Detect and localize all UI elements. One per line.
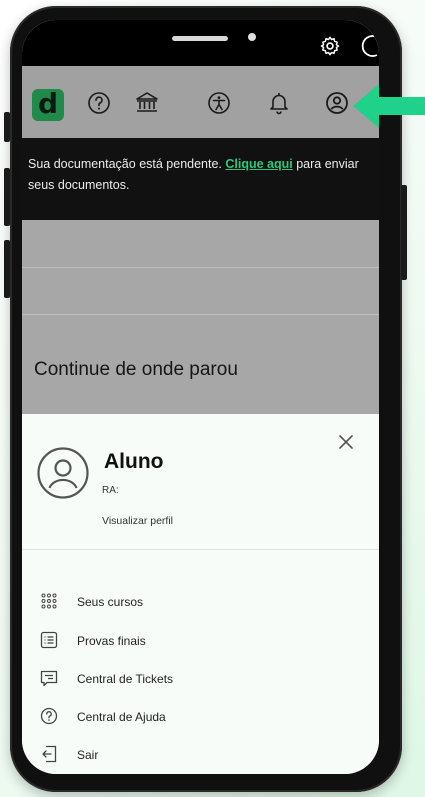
menu-item-central-de-ajuda[interactable]: Central de Ajuda [22,701,379,731]
speaker-grille [172,36,228,41]
menu-item-seus-cursos[interactable]: Seus cursos [22,586,379,616]
menu-item-sair[interactable]: Sair [22,739,379,769]
accessibility-icon[interactable] [206,90,232,116]
phone-volume-up [4,168,10,226]
phone-screen: d Sua documentação está pendente. Clique… [22,20,379,774]
pointer-arrow-icon [353,84,425,128]
divider [22,267,379,268]
user-profile-icon[interactable] [324,90,350,116]
logout-icon [42,745,57,763]
profile-menu-panel: Aluno RA: Visualizar perfil Seus cursos [22,414,379,774]
list-icon [40,631,58,649]
top-nav-bar: d [22,66,379,138]
view-profile-link[interactable]: Visualizar perfil [102,515,173,527]
help-icon [40,707,58,725]
phone-volume-down [4,240,10,298]
section-title: Continue de onde parou [34,359,238,380]
menu-item-central-de-tickets[interactable]: Central de Tickets [22,663,379,693]
ra-label: RA: [102,485,119,496]
menu-item-label: Central de Ajuda [77,710,166,724]
phone-side-button [4,112,10,142]
close-icon[interactable] [336,432,356,452]
bell-icon[interactable] [266,90,292,116]
phone-power-button [401,185,407,280]
divider [22,549,379,550]
avatar [37,447,89,499]
gear-icon[interactable] [319,35,341,57]
help-icon[interactable] [86,90,112,116]
menu-item-provas-finais[interactable]: Provas finais [22,625,379,655]
menu-item-label: Sair [77,748,99,762]
logo[interactable]: d [32,89,64,121]
notice-link[interactable]: Clique aqui [225,157,292,171]
bank-icon[interactable] [134,90,160,116]
menu-item-label: Provas finais [77,634,146,648]
dimmed-content: Continue de onde parou [22,220,379,414]
divider [22,314,379,315]
notch [107,20,305,56]
ticket-icon [40,670,58,687]
menu-item-label: Seus cursos [77,595,144,609]
document-pending-banner: Sua documentação está pendente. Clique a… [22,138,379,220]
status-bar [22,20,379,66]
menu-item-label: Central de Tickets [77,672,174,686]
notice-text: Sua documentação está pendente. [28,157,226,171]
camera-dot [248,33,256,41]
user-name: Aluno [104,450,164,473]
grid-icon [41,593,57,609]
theme-toggle-icon[interactable] [357,35,379,57]
